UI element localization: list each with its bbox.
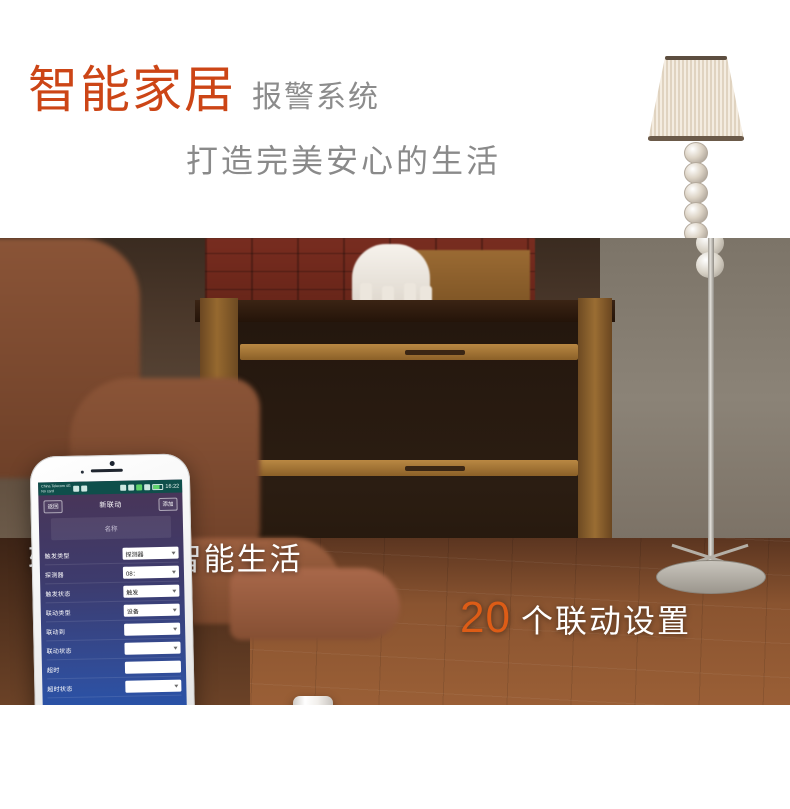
row-value: 探测器 bbox=[125, 551, 144, 559]
status-clock: 16:22 bbox=[165, 483, 180, 490]
trigger-state-select[interactable]: 触发 bbox=[123, 584, 180, 598]
headline-tagline: 打造完美安心的生活 bbox=[186, 143, 502, 179]
chevron-down-icon bbox=[171, 570, 176, 574]
chevron-down-icon bbox=[172, 589, 177, 593]
headline-sub: 报警系统 bbox=[252, 81, 380, 114]
floor-lamp-base bbox=[656, 560, 766, 594]
lamp-shade-rim-top bbox=[665, 56, 727, 60]
trigger-type-select[interactable]: 探测器 bbox=[122, 546, 179, 560]
linkage-count-number: 20 bbox=[460, 593, 511, 642]
linkage-state-select[interactable] bbox=[124, 641, 181, 655]
row-label: 超时 bbox=[46, 667, 60, 674]
carrier-text: China Telecom 4G No card bbox=[41, 484, 71, 493]
sync-icon bbox=[80, 485, 87, 492]
page-title: 智能家居 报警系统 bbox=[28, 50, 380, 122]
drawer-pull bbox=[405, 350, 465, 355]
drawer-pull bbox=[405, 466, 465, 471]
bluetooth-icon bbox=[128, 484, 135, 491]
earpiece-speaker bbox=[90, 468, 123, 473]
chevron-down-icon bbox=[172, 608, 177, 612]
linkage-count: 20 个联动设置 bbox=[460, 593, 691, 643]
lock-icon bbox=[144, 483, 151, 490]
pir-motion-detector-icon bbox=[293, 696, 333, 705]
lamp-shade bbox=[648, 56, 744, 140]
carrier-line-2: No card bbox=[41, 488, 54, 493]
form-row-timeout-state: 超时状态 bbox=[47, 676, 182, 699]
headline-main: 智能家居 bbox=[28, 62, 236, 118]
name-input-placeholder: 名称 bbox=[104, 525, 118, 534]
battery-icon bbox=[152, 483, 164, 490]
lamp-shade-rim-bottom bbox=[648, 136, 744, 141]
row-value: 触发 bbox=[126, 589, 139, 597]
lamp-knob bbox=[684, 202, 708, 224]
lamp-knob bbox=[684, 142, 708, 164]
lamp-knob bbox=[684, 162, 708, 184]
linkage-type-select[interactable]: 设备 bbox=[123, 603, 180, 617]
row-label: 联动状态 bbox=[46, 648, 72, 655]
room-photo: 轻松玩转 智能生活 20个联动设置 红外探测器 将红外探测器放置在床边, 红外探… bbox=[0, 238, 790, 705]
chevron-down-icon bbox=[173, 646, 178, 650]
status-bar-right: 16:22 bbox=[120, 483, 180, 491]
linkage-form: 触发类型 探测器 探测器 08： 触发状态 触发 联动类型 设备 联动到 联动状… bbox=[39, 543, 186, 699]
row-label: 联动到 bbox=[46, 629, 66, 636]
carrier-line-1: China Telecom 4G bbox=[41, 483, 71, 489]
row-value: 设备 bbox=[126, 608, 139, 616]
add-button[interactable]: 添加 bbox=[158, 497, 178, 511]
lamp-knob bbox=[684, 182, 708, 204]
name-input[interactable]: 名称 bbox=[50, 515, 172, 541]
detector-select[interactable]: 08： bbox=[122, 565, 180, 579]
promo-page: 智能家居 报警系统 打造完美安心的生活 智能生活 20 个联动设置 China … bbox=[0, 0, 790, 809]
timeout-input[interactable] bbox=[124, 660, 182, 674]
lamp-knob bbox=[684, 222, 708, 238]
chevron-down-icon bbox=[173, 627, 178, 631]
dresser-top-surface bbox=[195, 300, 615, 322]
row-label: 探测器 bbox=[44, 572, 64, 579]
row-value: 08： bbox=[125, 570, 139, 578]
shield-icon bbox=[120, 484, 127, 491]
row-label: 联动类型 bbox=[45, 610, 72, 617]
row-label: 超时状态 bbox=[47, 686, 73, 693]
bottom-whitespace bbox=[0, 705, 790, 809]
floor-lamp-icon bbox=[708, 238, 714, 568]
back-button[interactable]: 返回 bbox=[43, 499, 63, 513]
phone-screen: China Telecom 4G No card 16:22 返回 新联动 添加… bbox=[38, 479, 188, 705]
timeout-state-select[interactable] bbox=[125, 679, 182, 693]
row-label: 触发状态 bbox=[45, 591, 71, 598]
linkage-target-select[interactable] bbox=[124, 622, 181, 636]
front-camera-icon bbox=[109, 460, 115, 467]
app-bar: 返回 新联动 添加 bbox=[38, 493, 182, 518]
table-lamp-icon bbox=[648, 56, 744, 238]
phone-mockup: China Telecom 4G No card 16:22 返回 新联动 添加… bbox=[29, 453, 197, 705]
chevron-down-icon bbox=[174, 684, 179, 688]
app-screen-title: 新联动 bbox=[99, 501, 122, 510]
sim-icon bbox=[72, 485, 79, 492]
chevron-down-icon bbox=[171, 551, 176, 555]
proximity-sensor-icon bbox=[80, 470, 84, 474]
status-bar-left: China Telecom 4G No card bbox=[41, 484, 87, 494]
row-label: 触发类型 bbox=[44, 553, 70, 560]
linkage-count-label: 个联动设置 bbox=[520, 603, 691, 639]
signal-icon bbox=[136, 483, 143, 490]
top-banner: 智能家居 报警系统 打造完美安心的生活 bbox=[0, 0, 790, 238]
right-wall bbox=[600, 238, 790, 558]
